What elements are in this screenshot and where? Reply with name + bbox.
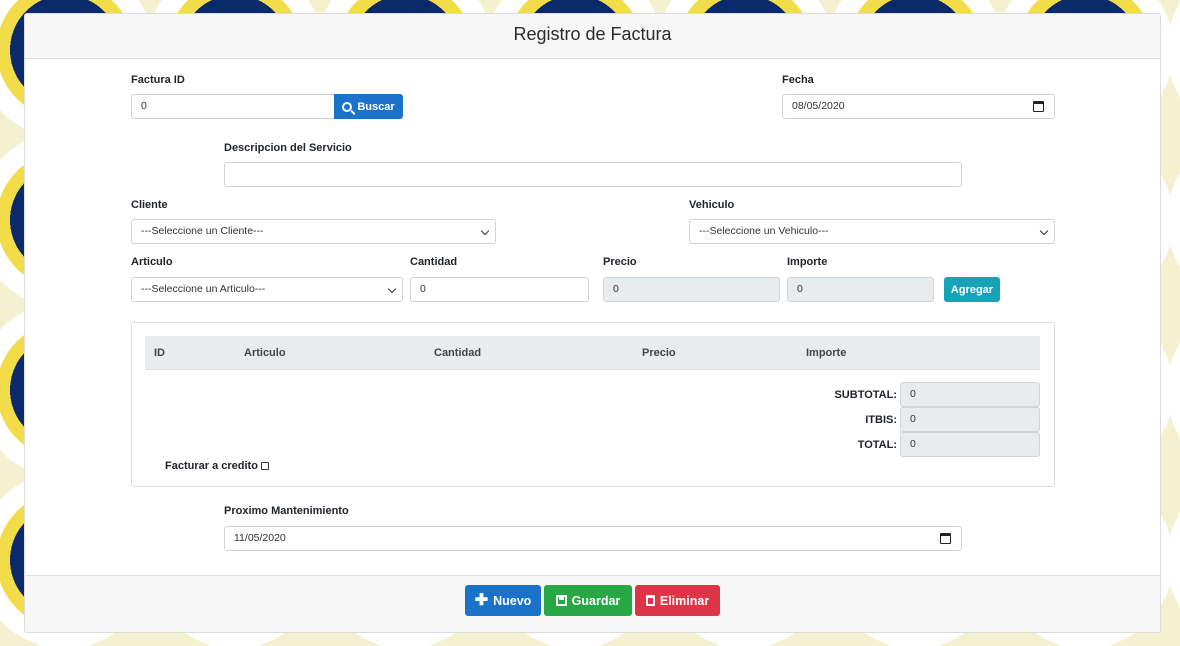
factura-id-value: 0	[141, 100, 147, 112]
fecha-value: 08/05/2020	[792, 100, 845, 112]
precio-value: 0	[613, 283, 619, 295]
chevron-down-icon	[1039, 226, 1049, 236]
itbis-value: 0	[910, 413, 916, 425]
guardar-button[interactable]: Guardar	[544, 585, 632, 616]
credito-checkbox[interactable]	[260, 462, 269, 470]
guardar-label: Guardar	[571, 593, 621, 608]
vehiculo-selected: ---Seleccione un Vehiculo---	[699, 225, 829, 237]
nuevo-button[interactable]: ✚ Nuevo	[465, 585, 541, 616]
buscar-button[interactable]: Buscar	[334, 94, 403, 119]
page-title: Registro de Factura	[25, 14, 1160, 59]
itbis-label: ITBIS:	[865, 414, 897, 426]
column-header-importe: Importe	[806, 347, 847, 359]
vehiculo-select[interactable]: ---Seleccione un Vehiculo---	[689, 219, 1055, 244]
column-header-precio: Precio	[642, 347, 676, 359]
total-label: TOTAL:	[857, 439, 897, 451]
vehiculo-label: Vehiculo	[689, 199, 735, 211]
importe-label: Importe	[787, 256, 828, 268]
cantidad-label: Cantidad	[410, 256, 458, 268]
column-header-id: ID	[154, 347, 165, 359]
plus-icon: ✚	[474, 591, 489, 609]
importe-value: 0	[797, 283, 803, 295]
column-header-articulo: Articulo	[244, 347, 286, 359]
mantenimiento-input[interactable]: 11/05/2020	[224, 526, 962, 551]
cliente-label: Cliente	[131, 199, 168, 211]
precio-input: 0	[603, 277, 780, 302]
table-header: ID Articulo Cantidad Precio Importe	[145, 336, 1040, 370]
save-icon	[555, 595, 567, 606]
credito-label: Facturar a credito	[165, 460, 258, 472]
chevron-down-icon	[480, 226, 490, 236]
calendar-icon[interactable]	[1033, 101, 1044, 112]
credito-option: Facturar a credito	[165, 460, 269, 472]
itbis-field: 0	[900, 407, 1040, 432]
agregar-button[interactable]: Agregar	[944, 277, 1000, 302]
precio-label: Precio	[603, 256, 637, 268]
eliminar-label: Eliminar	[659, 593, 710, 608]
total-field: 0	[900, 432, 1040, 457]
footer-actions: ✚ Nuevo Guardar Eliminar	[25, 575, 1160, 632]
cantidad-input[interactable]: 0	[410, 277, 589, 302]
subtotal-label: SUBTOTAL:	[834, 389, 897, 401]
subtotal-field: 0	[900, 382, 1040, 407]
eliminar-button[interactable]: Eliminar	[635, 585, 720, 616]
articulo-select[interactable]: ---Seleccione un Articulo---	[131, 277, 403, 302]
cantidad-value: 0	[420, 283, 426, 295]
mantenimiento-label: Proximo Mantenimiento	[224, 505, 349, 517]
total-value: 0	[910, 438, 916, 450]
factura-id-input[interactable]: 0	[131, 94, 335, 119]
articulo-label: Articulo	[131, 256, 173, 268]
nuevo-label: Nuevo	[493, 593, 532, 608]
cliente-selected: ---Seleccione un Cliente---	[141, 225, 264, 237]
detail-panel: ID Articulo Cantidad Precio Importe SUBT…	[131, 322, 1055, 487]
articulo-selected: ---Seleccione un Articulo---	[141, 283, 266, 295]
column-header-cantidad: Cantidad	[434, 347, 482, 359]
fecha-input[interactable]: 08/05/2020	[782, 94, 1055, 119]
trash-icon	[645, 595, 655, 606]
fecha-label: Fecha	[782, 74, 814, 86]
subtotal-value: 0	[910, 388, 916, 400]
invoice-card: Registro de Factura Factura ID 0 Buscar …	[24, 13, 1161, 633]
calendar-icon[interactable]	[940, 533, 951, 544]
factura-id-label: Factura ID	[131, 74, 185, 86]
search-icon	[342, 101, 353, 112]
descripcion-input[interactable]	[224, 162, 962, 187]
mantenimiento-value: 11/05/2020	[234, 532, 286, 544]
importe-input: 0	[787, 277, 934, 302]
descripcion-label: Descripcion del Servicio	[224, 142, 352, 154]
chevron-down-icon	[387, 284, 397, 294]
cliente-select[interactable]: ---Seleccione un Cliente---	[131, 219, 496, 244]
buscar-label: Buscar	[357, 100, 395, 113]
